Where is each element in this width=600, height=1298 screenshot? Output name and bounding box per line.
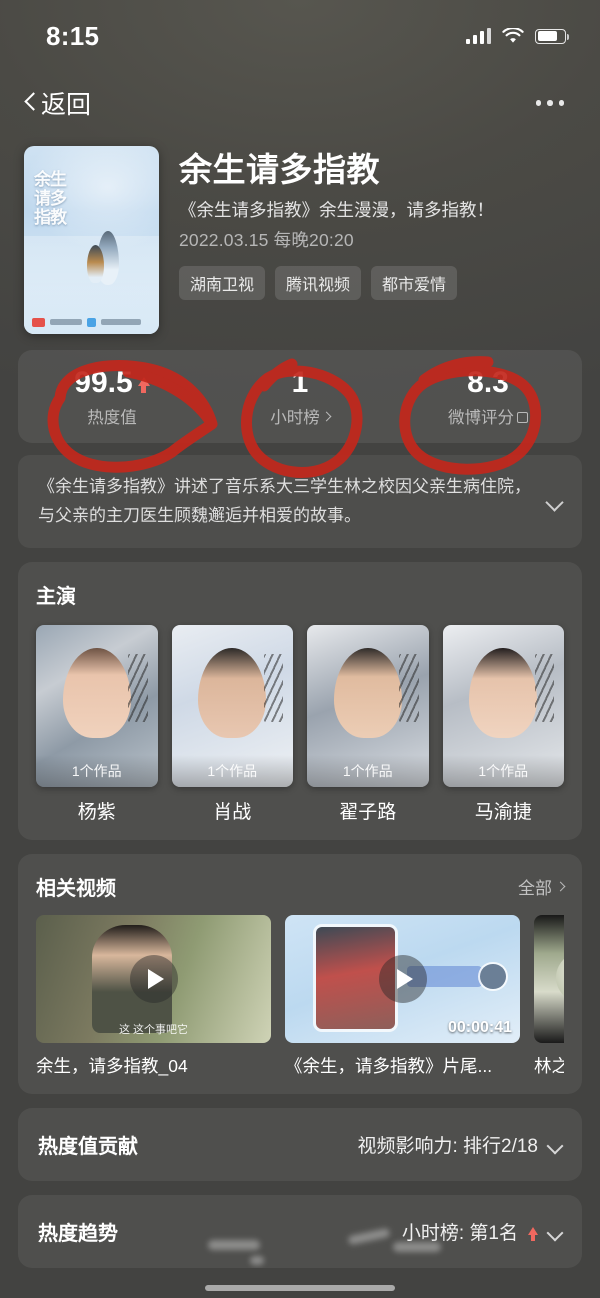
external-link-icon [517,411,528,423]
status-bar: 8:15 [0,0,600,72]
cast-section: 主演 1个作品 杨紫 1个作品 肖战 1个作品 翟子路 1个作品 马渝捷 [18,562,582,840]
view-all-button[interactable]: 全部 [518,874,566,899]
more-dots-icon[interactable] [534,90,567,116]
cast-works-count: 1个作品 [36,755,158,787]
video-card[interactable]: 00:00:41 《余生，请多指教》片尾... [285,915,520,1078]
cast-name: 杨紫 [77,802,116,823]
show-poster[interactable]: 余生请多指教 [24,146,159,334]
video-title: 林之校 [534,1056,564,1076]
chevron-right-icon [555,881,566,892]
chevron-down-icon[interactable] [548,1138,562,1152]
cast-item[interactable]: 1个作品 肖战 [171,625,293,824]
stat-score-number: 8.3 [467,366,509,399]
cast-photo: 1个作品 [442,625,564,787]
cast-item[interactable]: 1个作品 翟子路 [307,625,429,824]
show-info: 余生请多指教 《余生请多指教》余生漫漫，请多指教！ 2022.03.15 每晚2… [179,146,580,334]
status-bar-clock: 8:15 [46,20,100,51]
video-thumbnail [534,915,564,1043]
stat-rank-number: 1 [291,366,309,399]
home-indicator [205,1285,395,1291]
heat-trend-title: 热度趋势 [38,1223,118,1245]
play-icon[interactable] [378,955,427,1003]
tag-platform[interactable]: 腾讯视频 [275,266,362,300]
video-duration: 00:00:41 [447,1019,512,1036]
cast-photo: 1个作品 [171,625,293,787]
battery-icon [535,28,570,44]
wifi-icon [502,27,524,44]
cast-section-title: 主演 [36,586,76,608]
video-card[interactable]: 这 这个事吧它 余生，请多指教_04 [36,915,271,1078]
stat-hourly-rank[interactable]: 1 小时榜 [206,366,394,428]
stats-card: 99.5 热度值 1 小时榜 8.3 微博评分 [18,350,582,443]
tag-genre[interactable]: 都市爱情 [371,266,458,300]
related-videos-list[interactable]: 这 这个事吧它 余生，请多指教_04 00:00:41 《余生，请多指教》片尾.… [36,915,564,1078]
phone-screen: 8:15 返回 余生请多指教 余生请多指教 《余生请多指教》余生漫漫，请多指教！… [0,0,600,1298]
chevron-down-icon[interactable] [547,494,562,509]
stat-heat-label-wrap: 热度值 [18,404,206,428]
stat-score-label-wrap: 微博评分 [394,404,582,428]
video-thumbnail: 这 这个事吧它 [36,915,271,1043]
view-all-label: 全部 [518,879,552,898]
cast-item[interactable]: 1个作品 杨紫 [36,625,158,824]
stat-weibo-score[interactable]: 8.3 微博评分 [394,366,582,428]
stat-rank-label-wrap: 小时榜 [206,404,394,428]
stat-score-label: 微博评分 [448,409,514,427]
cast-works-count: 1个作品 [442,755,564,787]
stat-heat-number: 99.5 [74,366,133,399]
back-button-label: 返回 [41,91,92,119]
chevron-down-icon[interactable] [548,1225,562,1239]
show-header: 余生请多指教 余生请多指教 《余生请多指教》余生漫漫，请多指教！ 2022.03… [0,134,600,334]
heat-contribution-row[interactable]: 热度值贡献 视频影响力: 排行2/18 [18,1108,582,1181]
tag-channel[interactable]: 湖南卫视 [179,266,266,300]
status-bar-icons [465,27,570,44]
stat-heat-number-wrap: 99.5 [18,366,206,400]
show-subtitle: 《余生请多指教》余生漫漫，请多指教！ [179,200,494,220]
signal-icon [465,28,491,44]
cast-name: 马渝捷 [474,802,532,823]
heat-trend-value-wrap: 小时榜: 第1名 [402,1218,562,1245]
video-subtitle-caption: 这 这个事吧它 [118,1024,189,1036]
video-card[interactable]: 林之校 [534,915,564,1078]
related-videos-section: 相关视频 全部 这 这个事吧它 余生，请多指教_04 00:00:41 《余生，… [18,854,582,1094]
show-description-text: 《余生请多指教》讲述了音乐系大三学生林之校因父亲生病住院，与父亲的主刀医生顾魏邂… [38,477,531,525]
heat-contribution-value: 视频影响力: 排行2/18 [357,1136,538,1157]
stat-score-number-wrap: 8.3 [394,366,582,400]
heat-contribution-value-wrap: 视频影响力: 排行2/18 [357,1131,562,1158]
chevron-right-icon [321,411,332,421]
poster-title-art: 余生请多指教 [34,170,67,227]
chevron-left-icon [24,92,37,114]
related-videos-header: 相关视频 全部 [36,872,566,901]
stat-rank-number-wrap: 1 [206,366,394,400]
show-airdate: 2022.03.15 每晚20:20 [179,230,354,250]
cast-works-count: 1个作品 [171,755,293,787]
video-title: 余生，请多指教_04 [36,1056,188,1076]
cast-works-count: 1个作品 [307,755,429,787]
cast-photo: 1个作品 [307,625,429,787]
stat-heat-label: 热度值 [87,409,137,427]
arrow-up-icon [528,1226,538,1241]
show-description-card[interactable]: 《余生请多指教》讲述了音乐系大三学生林之校因父亲生病住院，与父亲的主刀医生顾魏邂… [18,455,582,548]
cast-photo: 1个作品 [36,625,158,787]
play-icon[interactable] [129,955,178,1003]
show-tags: 湖南卫视 腾讯视频 都市爱情 [179,266,580,300]
cast-section-header: 主演 [36,580,564,609]
cast-item[interactable]: 1个作品 马渝捷 [442,625,564,824]
page-title: 余生请多指教 [179,151,380,188]
cast-name: 翟子路 [339,802,397,823]
stat-rank-label: 小时榜 [270,409,320,427]
nav-bar: 返回 [0,72,600,134]
heat-trend-value: 小时榜: 第1名 [401,1223,518,1244]
heat-trend-row[interactable]: 热度趋势 小时榜: 第1名 [18,1195,582,1268]
video-title: 《余生，请多指教》片尾... [285,1056,493,1076]
related-videos-title: 相关视频 [36,878,116,900]
cast-name: 肖战 [213,802,252,823]
back-button[interactable]: 返回 [24,85,91,121]
heat-contribution-title: 热度值贡献 [38,1136,138,1158]
stat-heat-value[interactable]: 99.5 热度值 [18,366,206,428]
cast-list: 1个作品 杨紫 1个作品 肖战 1个作品 翟子路 1个作品 马渝捷 [36,625,564,824]
video-thumbnail: 00:00:41 [285,915,520,1043]
arrow-up-icon [137,376,150,393]
